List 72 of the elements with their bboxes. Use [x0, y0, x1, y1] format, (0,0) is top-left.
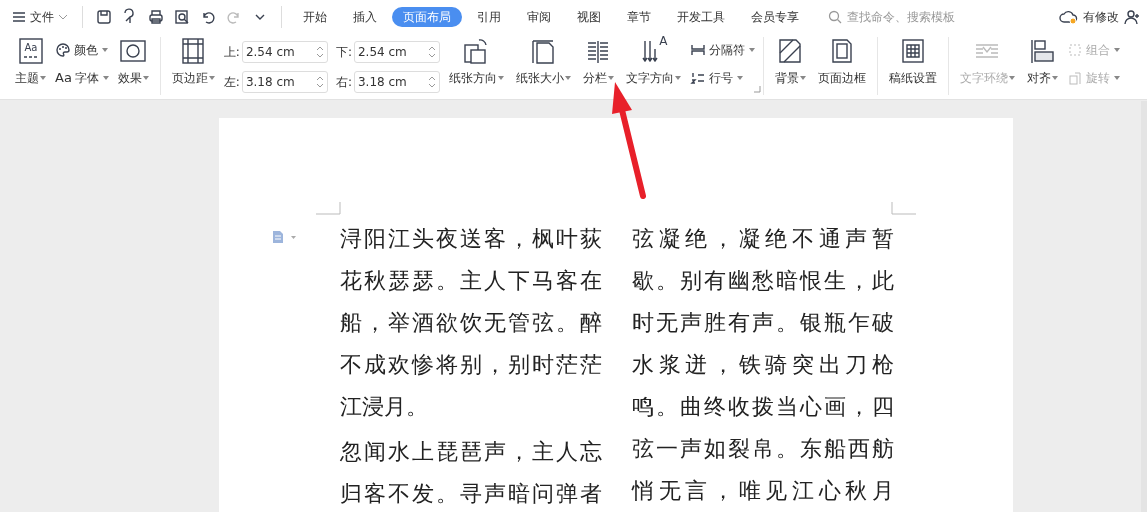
ribbon-button[interactable]: 颜色	[55, 37, 109, 63]
spinner-icon	[315, 45, 324, 60]
text-direction-icon	[642, 40, 659, 62]
field-label: 下:	[335, 44, 352, 62]
search-field[interactable]: 查找命令、搜索模板	[845, 6, 1005, 27]
document-text-line: 弦一声如裂帛。东船西舫	[632, 435, 894, 463]
ribbon-tab[interactable]: 引用	[466, 6, 512, 27]
document-text-line: 悄无言，唯见江心秋月	[632, 477, 894, 505]
ribbon-button[interactable]: Aa 字体	[55, 65, 109, 91]
margin-field[interactable]: 2.54 cm	[241, 41, 328, 64]
field-label: 左:	[223, 73, 240, 91]
sync-status[interactable]: 有修改	[1083, 7, 1119, 26]
ribbon-button[interactable]: 分栏	[579, 37, 617, 95]
document-text-line: 不成欢惨将别，别时茫茫	[340, 351, 602, 379]
ribbon-button[interactable]: 对齐	[1023, 37, 1061, 95]
spinner-icon	[427, 74, 436, 89]
spinner-icon	[315, 74, 324, 89]
field-label: 右:	[335, 73, 352, 91]
ribbon-button[interactable]: 效果	[114, 37, 152, 95]
margin-field[interactable]: 3.18 cm	[241, 70, 328, 93]
margin-corner-mark	[891, 202, 916, 215]
document-text-line: 船，举酒欲饮无管弦。醉	[340, 309, 602, 337]
ribbon-button[interactable]: Aa 主题	[12, 37, 49, 95]
ribbon-button[interactable]: 纸张大小	[512, 37, 574, 95]
file-menu[interactable]: 文件	[8, 6, 72, 27]
ribbon-tab[interactable]: 视图	[566, 6, 612, 27]
document-text-line: 水浆迸，铁骑突出刀枪	[632, 351, 894, 379]
ribbon-tab[interactable]: 开发工具	[666, 6, 736, 27]
ribbon-button[interactable]: 稿纸设置	[885, 37, 940, 95]
icon-letter: A	[659, 34, 668, 48]
ribbon-tab[interactable]: 章节	[616, 6, 662, 27]
document-text-line: 歇。别有幽愁暗恨生，此	[632, 267, 894, 295]
rotate-icon	[1066, 70, 1083, 86]
document-text-line: 浔阳江头夜送客，枫叶荻	[340, 225, 602, 253]
ribbon-button[interactable]: 行号	[689, 65, 755, 91]
ribbon-button[interactable]: 背景	[771, 37, 809, 95]
group-icon	[1066, 42, 1083, 58]
field-label: 上:	[223, 44, 240, 62]
search-icon	[828, 9, 842, 24]
page-break-icon	[689, 42, 706, 58]
document-text-line: 弦凝绝，凝绝不通声暂	[632, 225, 894, 253]
ribbon-button[interactable]: 页面边框	[814, 37, 869, 95]
document-text-line: 忽闻水上琵琶声，主人忘	[340, 438, 602, 466]
ribbon-button[interactable]: 分隔符	[689, 37, 755, 63]
ribbon-button[interactable]: A 文字方向	[622, 37, 684, 95]
paragraph-icon	[272, 231, 298, 243]
chevron-icon	[58, 12, 68, 21]
document-text-line: 花秋瑟瑟。主人下马客在	[340, 267, 602, 295]
add-user-icon	[1123, 8, 1141, 25]
menu-icon	[12, 10, 26, 23]
print-icon[interactable]	[147, 7, 165, 26]
document-text-line: 鸣。曲终收拨当心画，四	[632, 393, 894, 421]
ribbon-tab[interactable]: 插入	[342, 6, 388, 27]
cloud-icon	[1059, 8, 1079, 25]
spinner-icon	[427, 45, 436, 60]
document-text-line: 时无声胜有声。银瓶乍破	[632, 309, 894, 337]
ribbon-tab[interactable]: 开始	[292, 6, 338, 27]
margin-corner-mark	[316, 202, 341, 215]
ribbon-button[interactable]: 页边距	[168, 37, 218, 95]
document-text-line: 归客不发。寻声暗问弹者	[340, 480, 602, 508]
save-icon[interactable]	[95, 7, 113, 26]
ribbon-tab[interactable]: 会员专享	[740, 6, 810, 27]
align-icon	[1028, 37, 1057, 65]
ribbon-tab[interactable]: 审阅	[516, 6, 562, 27]
margin-field[interactable]: 3.18 cm	[353, 70, 440, 93]
palette-icon	[55, 42, 71, 58]
effect-icon	[119, 37, 148, 65]
theme-icon: Aa	[16, 37, 45, 65]
margin-field[interactable]: 2.54 cm	[353, 41, 440, 64]
print-preview-icon[interactable]	[173, 7, 191, 26]
document-text-line: 江浸月。	[340, 393, 429, 421]
ribbon-button[interactable]: 纸张方向	[445, 37, 507, 95]
